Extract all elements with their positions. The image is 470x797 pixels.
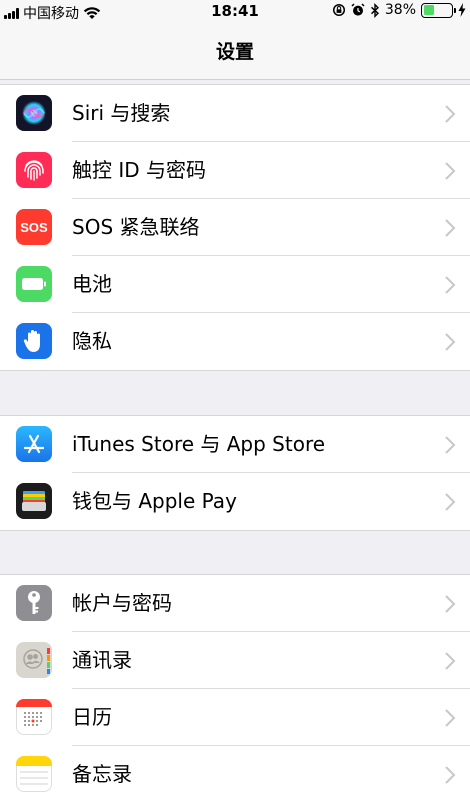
settings-row-sos[interactable]: SOS SOS 紧急联络 xyxy=(0,199,470,256)
sos-icon: SOS xyxy=(16,209,52,245)
hand-icon xyxy=(16,323,52,359)
calendar-icon xyxy=(16,699,52,735)
settings-group-2: iTunes Store 与 App Store 钱包与 Apple Pay xyxy=(0,415,470,531)
settings-row-label: 钱包与 Apple Pay xyxy=(72,489,237,513)
battery-icon xyxy=(16,266,52,302)
siri-icon xyxy=(16,95,52,131)
battery-status-icon xyxy=(421,2,456,18)
settings-row-notes[interactable]: 备忘录 xyxy=(0,746,470,797)
alarm-icon xyxy=(351,3,365,16)
fingerprint-icon xyxy=(16,152,52,188)
notes-icon xyxy=(16,756,52,792)
settings-row-wallet[interactable]: 钱包与 Apple Pay xyxy=(0,473,470,530)
settings-row-touch-id[interactable]: 触控 ID 与密码 xyxy=(0,142,470,199)
chevron-right-icon xyxy=(445,276,456,294)
chevron-right-icon xyxy=(445,766,456,784)
settings-row-app-store[interactable]: iTunes Store 与 App Store xyxy=(0,416,470,473)
settings-row-label: 电池 xyxy=(72,272,112,296)
navigation-bar: 设置 xyxy=(0,24,470,80)
key-icon xyxy=(16,585,52,621)
chevron-right-icon xyxy=(445,493,456,511)
contacts-icon xyxy=(16,642,52,678)
settings-row-contacts[interactable]: 通讯录 xyxy=(0,632,470,689)
settings-row-calendar[interactable]: 日历 xyxy=(0,689,470,746)
settings-row-label: iTunes Store 与 App Store xyxy=(72,432,326,456)
battery-percent: 38% xyxy=(384,2,416,18)
settings-row-battery[interactable]: 电池 xyxy=(0,256,470,313)
settings-row-label: 备忘录 xyxy=(72,762,132,786)
settings-row-label: 通讯录 xyxy=(72,648,132,672)
settings-row-label: SOS 紧急联络 xyxy=(72,215,200,239)
settings-row-label: Siri 与搜索 xyxy=(72,101,171,125)
chevron-right-icon xyxy=(445,162,456,180)
settings-row-privacy[interactable]: 隐私 xyxy=(0,313,470,370)
chevron-right-icon xyxy=(445,595,456,613)
settings-group-1: Siri 与搜索 触控 ID 与密码 SOS SOS 紧急联络 电池 隐私 xyxy=(0,84,470,371)
chevron-right-icon xyxy=(445,333,456,351)
settings-row-label: 日历 xyxy=(72,705,112,729)
app-store-icon xyxy=(16,426,52,462)
settings-group-3: 帐户与密码 通讯录 日历 备忘录 xyxy=(0,574,470,797)
page-title: 设置 xyxy=(215,41,254,63)
settings-row-label: 触控 ID 与密码 xyxy=(72,158,207,182)
settings-row-label: 帐户与密码 xyxy=(72,591,172,615)
status-bar: 中国移动 18:41 38% xyxy=(0,0,470,24)
orientation-lock-icon xyxy=(332,3,345,17)
wallet-icon xyxy=(16,483,52,519)
battery-fill xyxy=(423,5,434,15)
settings-row-label: 隐私 xyxy=(72,329,112,353)
settings-row-siri[interactable]: Siri 与搜索 xyxy=(0,85,470,142)
chevron-right-icon xyxy=(445,219,456,237)
chevron-right-icon xyxy=(445,105,456,123)
status-right: 38% xyxy=(332,2,466,18)
chevron-right-icon xyxy=(445,436,456,454)
sos-icon-text: SOS xyxy=(20,219,48,235)
settings-row-accounts[interactable]: 帐户与密码 xyxy=(0,575,470,632)
chevron-right-icon xyxy=(445,709,456,727)
charging-bolt-icon xyxy=(458,3,466,17)
chevron-right-icon xyxy=(445,652,456,670)
bluetooth-icon xyxy=(370,2,379,18)
